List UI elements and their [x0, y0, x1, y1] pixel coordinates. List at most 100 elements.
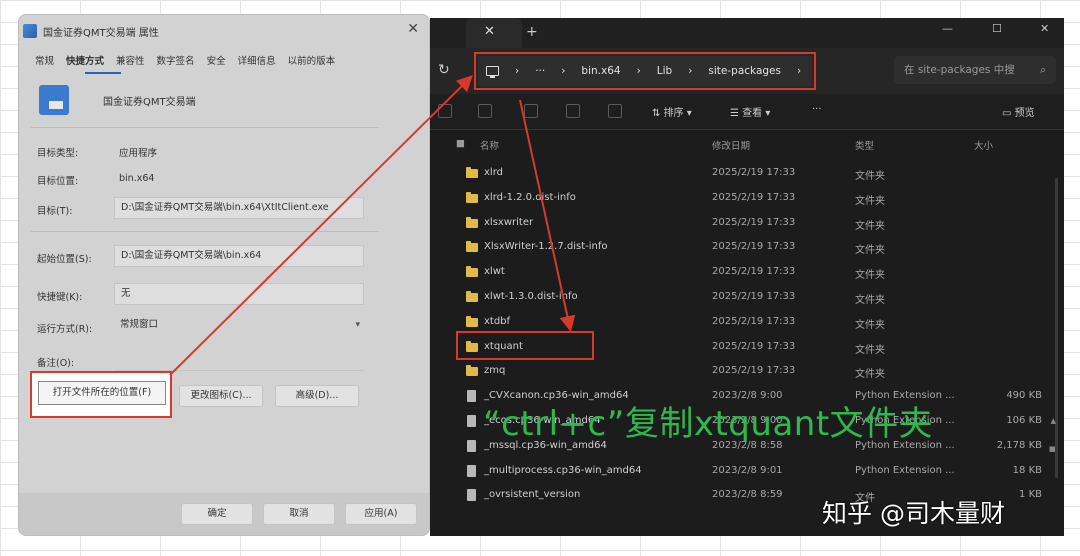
preview-pane-button[interactable]: ▭ 预览 — [1002, 104, 1035, 119]
file-name: xlwt — [484, 266, 505, 278]
watermark: 知乎 @司木量财 — [822, 499, 1005, 528]
breadcrumb-site-packages[interactable]: site-packages — [708, 65, 781, 77]
file-type: 文件夹 — [855, 319, 885, 331]
file-name: zmq — [484, 365, 506, 377]
breadcrumb-separator: › — [636, 65, 641, 77]
tab-general[interactable]: 常规 — [29, 55, 60, 69]
file-icon — [467, 489, 476, 502]
file-icon — [467, 390, 476, 403]
breadcrumb-overflow[interactable]: ··· — [535, 65, 545, 77]
file-row[interactable]: zmq 2025/2/19 17:33 文件夹 — [430, 360, 1064, 384]
more-options-icon[interactable]: ··· — [812, 104, 822, 115]
copy-icon[interactable] — [478, 104, 492, 118]
file-name: _ovrsistent_version — [484, 489, 581, 501]
window-close-icon[interactable]: ✕ — [1040, 22, 1049, 35]
file-type: 文件夹 — [855, 344, 885, 356]
target-type-label: 目标类型: — [37, 148, 79, 159]
comment-field[interactable] — [114, 349, 364, 371]
tab-close-icon[interactable]: ✕ — [484, 24, 495, 39]
file-icon — [467, 464, 476, 477]
file-date: 2025/2/19 17:33 — [712, 216, 796, 228]
file-name: xlrd — [484, 167, 503, 178]
tab-compatibility[interactable]: 兼容性 — [110, 55, 151, 69]
computer-icon[interactable] — [486, 66, 499, 78]
tab-previous-versions[interactable]: 以前的版本 — [282, 55, 342, 69]
file-date: 2025/2/19 17:33 — [712, 365, 796, 377]
file-name: xlsxwriter — [484, 216, 534, 228]
maximize-icon[interactable]: ☐ — [992, 22, 1002, 35]
tab-digital-signature[interactable]: 数字签名 — [151, 55, 201, 69]
breadcrumb[interactable]: › ··· › bin.x64 › Lib › site-packages › — [478, 56, 812, 86]
column-type[interactable]: 类型 — [855, 138, 874, 152]
breadcrumb-bin-x64[interactable]: bin.x64 — [581, 65, 620, 77]
target-field-value: D:\国金证券QMT交易端\bin.x64\XtItClient.exe — [121, 202, 329, 213]
file-size: 1 KB — [1019, 489, 1042, 501]
shortcut-name: 国金证券QMT交易端 — [103, 97, 196, 108]
sort-label: 排序 — [663, 108, 684, 119]
start-in-field[interactable]: D:\国金证券QMT交易端\bin.x64 — [114, 245, 364, 267]
file-size: 106 KB — [1006, 415, 1042, 426]
file-row[interactable]: XlsxWriter-1.2.7.dist-info 2025/2/19 17:3… — [430, 236, 1064, 260]
open-location-button[interactable]: 打开文件所在的位置(F) — [38, 381, 166, 405]
file-type: 文件夹 — [855, 220, 885, 232]
target-field[interactable]: D:\国金证券QMT交易端\bin.x64\XtItClient.exe — [114, 197, 364, 219]
select-all-checkbox[interactable]: ■ — [456, 138, 465, 149]
shortcut-key-field[interactable]: 无 — [114, 283, 364, 305]
advanced-button[interactable]: 高级(D)... — [275, 385, 359, 407]
refresh-icon[interactable]: ↻ — [438, 62, 450, 78]
file-row[interactable]: xlsxwriter 2025/2/19 17:33 文件夹 — [430, 212, 1064, 236]
file-row[interactable]: xlwt 2025/2/19 17:33 文件夹 — [430, 261, 1064, 285]
file-icon — [467, 415, 476, 427]
file-date: 2023/2/8 9:01 — [712, 464, 783, 476]
file-date: 2025/2/19 17:33 — [712, 291, 796, 302]
close-icon[interactable]: ✕ — [407, 21, 419, 37]
breadcrumb-separator: › — [688, 65, 693, 77]
file-row[interactable]: xlwt-1.3.0.dist-info 2025/2/19 17:33 文件夹 — [430, 286, 1064, 310]
breadcrumb-separator[interactable]: › — [797, 65, 801, 77]
minimize-icon[interactable]: — — [942, 22, 953, 35]
file-row[interactable]: _multiprocess.cp36-win_amd64 2023/2/8 9:0… — [430, 460, 1064, 484]
run-select[interactable]: 常规窗口 ▾ — [114, 315, 364, 337]
cut-icon[interactable] — [438, 104, 452, 118]
shortcut-icon — [39, 85, 69, 115]
instruction-annotation: “ctrl+c”复制xtquant文件夹 — [483, 404, 934, 444]
rename-icon[interactable] — [524, 104, 538, 118]
file-type: 文件夹 — [855, 195, 885, 207]
scrollbar[interactable] — [1055, 178, 1058, 478]
file-name: _multiprocess.cp36-win_amd64 — [484, 464, 642, 476]
target-type-value: 应用程序 — [119, 148, 158, 159]
cancel-button[interactable]: 取消 — [263, 503, 335, 525]
share-icon[interactable] — [566, 104, 580, 118]
shortcut-key-value: 无 — [121, 288, 131, 299]
scroll-up-icon[interactable]: ▴ — [1050, 414, 1056, 427]
target-label: 目标(T): — [37, 206, 73, 217]
tab-security[interactable]: 安全 — [201, 55, 232, 69]
new-tab-icon[interactable]: + — [526, 24, 538, 40]
change-icon-button[interactable]: 更改图标(C)... — [179, 385, 263, 407]
view-button[interactable]: ☰ 查看 ▾ — [730, 104, 770, 119]
file-row[interactable]: xlrd-1.2.0.dist-info 2025/2/19 17:33 文件夹 — [430, 187, 1064, 211]
file-explorer-window: ✕ + — ☐ ✕ ↻ › ··· › bin.x64 › Lib › site… — [430, 18, 1064, 536]
tab-details[interactable]: 详细信息 — [232, 55, 282, 69]
file-size: 18 KB — [1012, 464, 1042, 476]
sort-button[interactable]: ⇅ 排序 ▾ — [652, 104, 692, 119]
file-name: XlsxWriter-1.2.7.dist-info — [484, 241, 608, 253]
file-size: 2,178 KB — [996, 439, 1042, 451]
column-size[interactable]: 大小 — [974, 138, 993, 152]
run-value: 常规窗口 — [120, 319, 159, 330]
folder-icon — [466, 315, 478, 327]
search-input[interactable]: 在 site-packages 中搜 ⌕ — [894, 56, 1056, 84]
column-name[interactable]: 名称 — [480, 138, 499, 152]
address-bar: ↻ › ··· › bin.x64 › Lib › site-packages … — [430, 48, 1064, 94]
target-location-value: bin.x64 — [119, 173, 155, 184]
tab-shortcut[interactable]: 快捷方式 — [60, 55, 110, 69]
properties-dialog: 国金证券QMT交易端 属性 ✕ 常规 快捷方式 兼容性 数字签名 安全 详细信息… — [18, 14, 430, 536]
apply-button[interactable]: 应用(A) — [345, 503, 417, 525]
column-date[interactable]: 修改日期 — [712, 138, 750, 152]
ok-button[interactable]: 确定 — [181, 503, 253, 525]
delete-icon[interactable] — [608, 104, 622, 118]
breadcrumb-lib[interactable]: Lib — [657, 65, 672, 77]
scroll-marker-icon[interactable]: ▪ — [1049, 442, 1056, 455]
file-row[interactable]: xlrd 2025/2/19 17:33 文件夹 — [430, 162, 1064, 186]
file-type: 文件夹 — [855, 295, 885, 306]
